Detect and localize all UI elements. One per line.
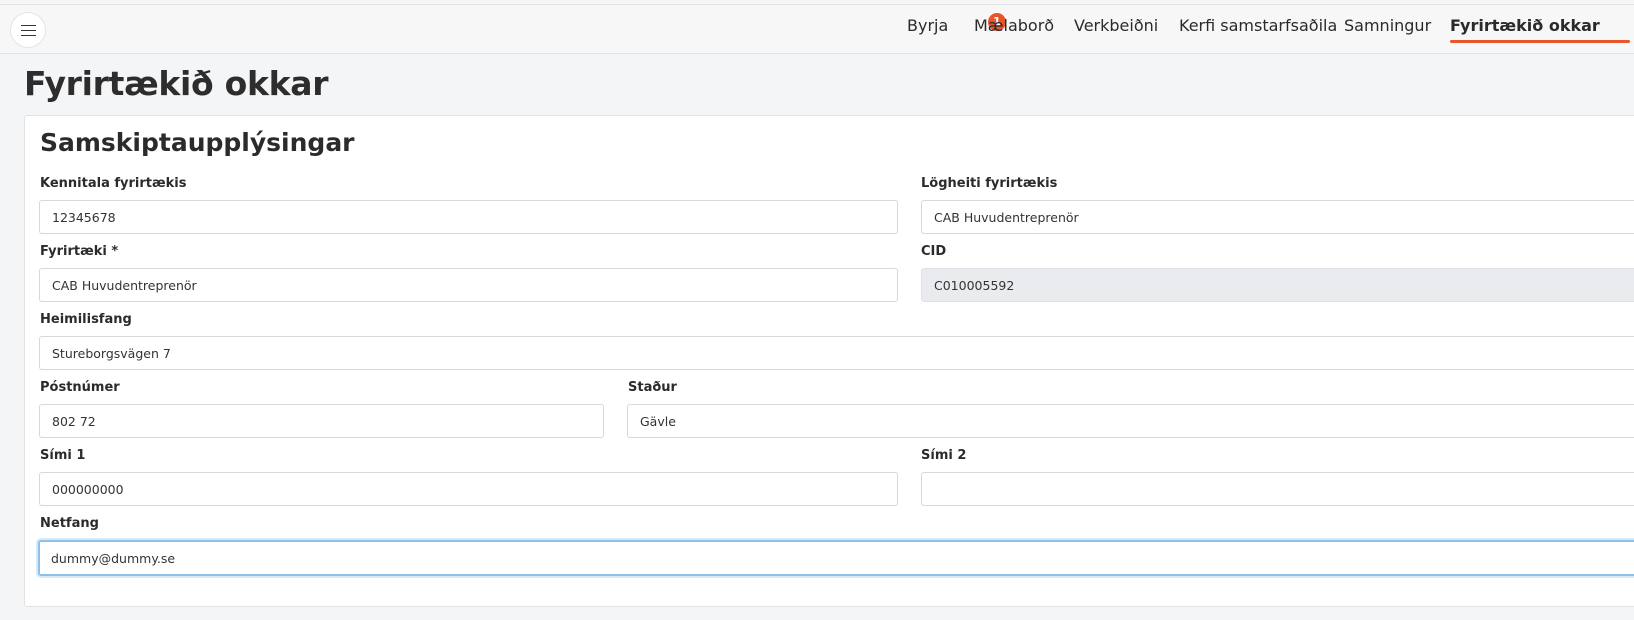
nav-item-label: Kerfi samstarfsaðila [1179,16,1338,35]
phone2-label: Sími 2 [921,448,967,463]
phone1-input[interactable] [39,472,898,506]
address-label: Heimilisfang [40,312,132,327]
company-input[interactable] [39,268,898,302]
section-title: Samskiptaupplýsingar [40,128,355,157]
active-tab-indicator [1450,40,1630,43]
nav-item-samningur[interactable]: Samningur [1344,5,1431,53]
legal-name-input[interactable] [921,200,1634,234]
email-label: Netfang [40,516,99,531]
legal-name-label: Lögheiti fyrirtækis [921,176,1058,191]
phone1-label: Sími 1 [40,448,86,463]
nav-item-label: Verkbeiðni [1074,16,1159,35]
postal-code-label: Póstnúmer [40,380,120,395]
nav-item-verkbeidni[interactable]: Verkbeiðni [1074,5,1158,53]
menu-button[interactable] [10,12,46,48]
nav-item-label: Mælaborð [974,16,1055,35]
page-title: Fyrirtækið okkar [24,64,329,103]
nav-item-label: Fyrirtækið okkar [1450,16,1600,35]
phone2-input[interactable] [921,472,1634,506]
city-label: Staður [628,380,677,395]
cid-input [921,268,1634,302]
nav-item-kerfi-samstarfsadila[interactable]: Kerfi samstarfsaðila [1179,5,1337,53]
nav-item-label: Byrja [907,16,949,35]
cid-label: CID [921,244,947,259]
nav-item-byrja[interactable]: Byrja [907,5,948,53]
company-id-label: Kennitala fyrirtækis [40,176,187,191]
company-label: Fyrirtæki * [40,244,119,259]
nav-item-fyrirtaekid-okkar[interactable]: Fyrirtækið okkar [1450,5,1630,53]
company-id-input[interactable] [39,200,898,234]
postal-code-input[interactable] [39,404,604,438]
city-input[interactable] [627,404,1634,438]
email-input[interactable] [38,540,1634,576]
top-navigation-bar: Byrja 1 Mælaborð Verkbeiðni Kerfi samsta… [0,4,1634,54]
nav-item-maelabord[interactable]: Mælaborð [974,5,1054,53]
hamburger-menu-icon [20,24,36,37]
nav-item-label: Samningur [1344,16,1432,35]
address-input[interactable] [39,336,1634,370]
